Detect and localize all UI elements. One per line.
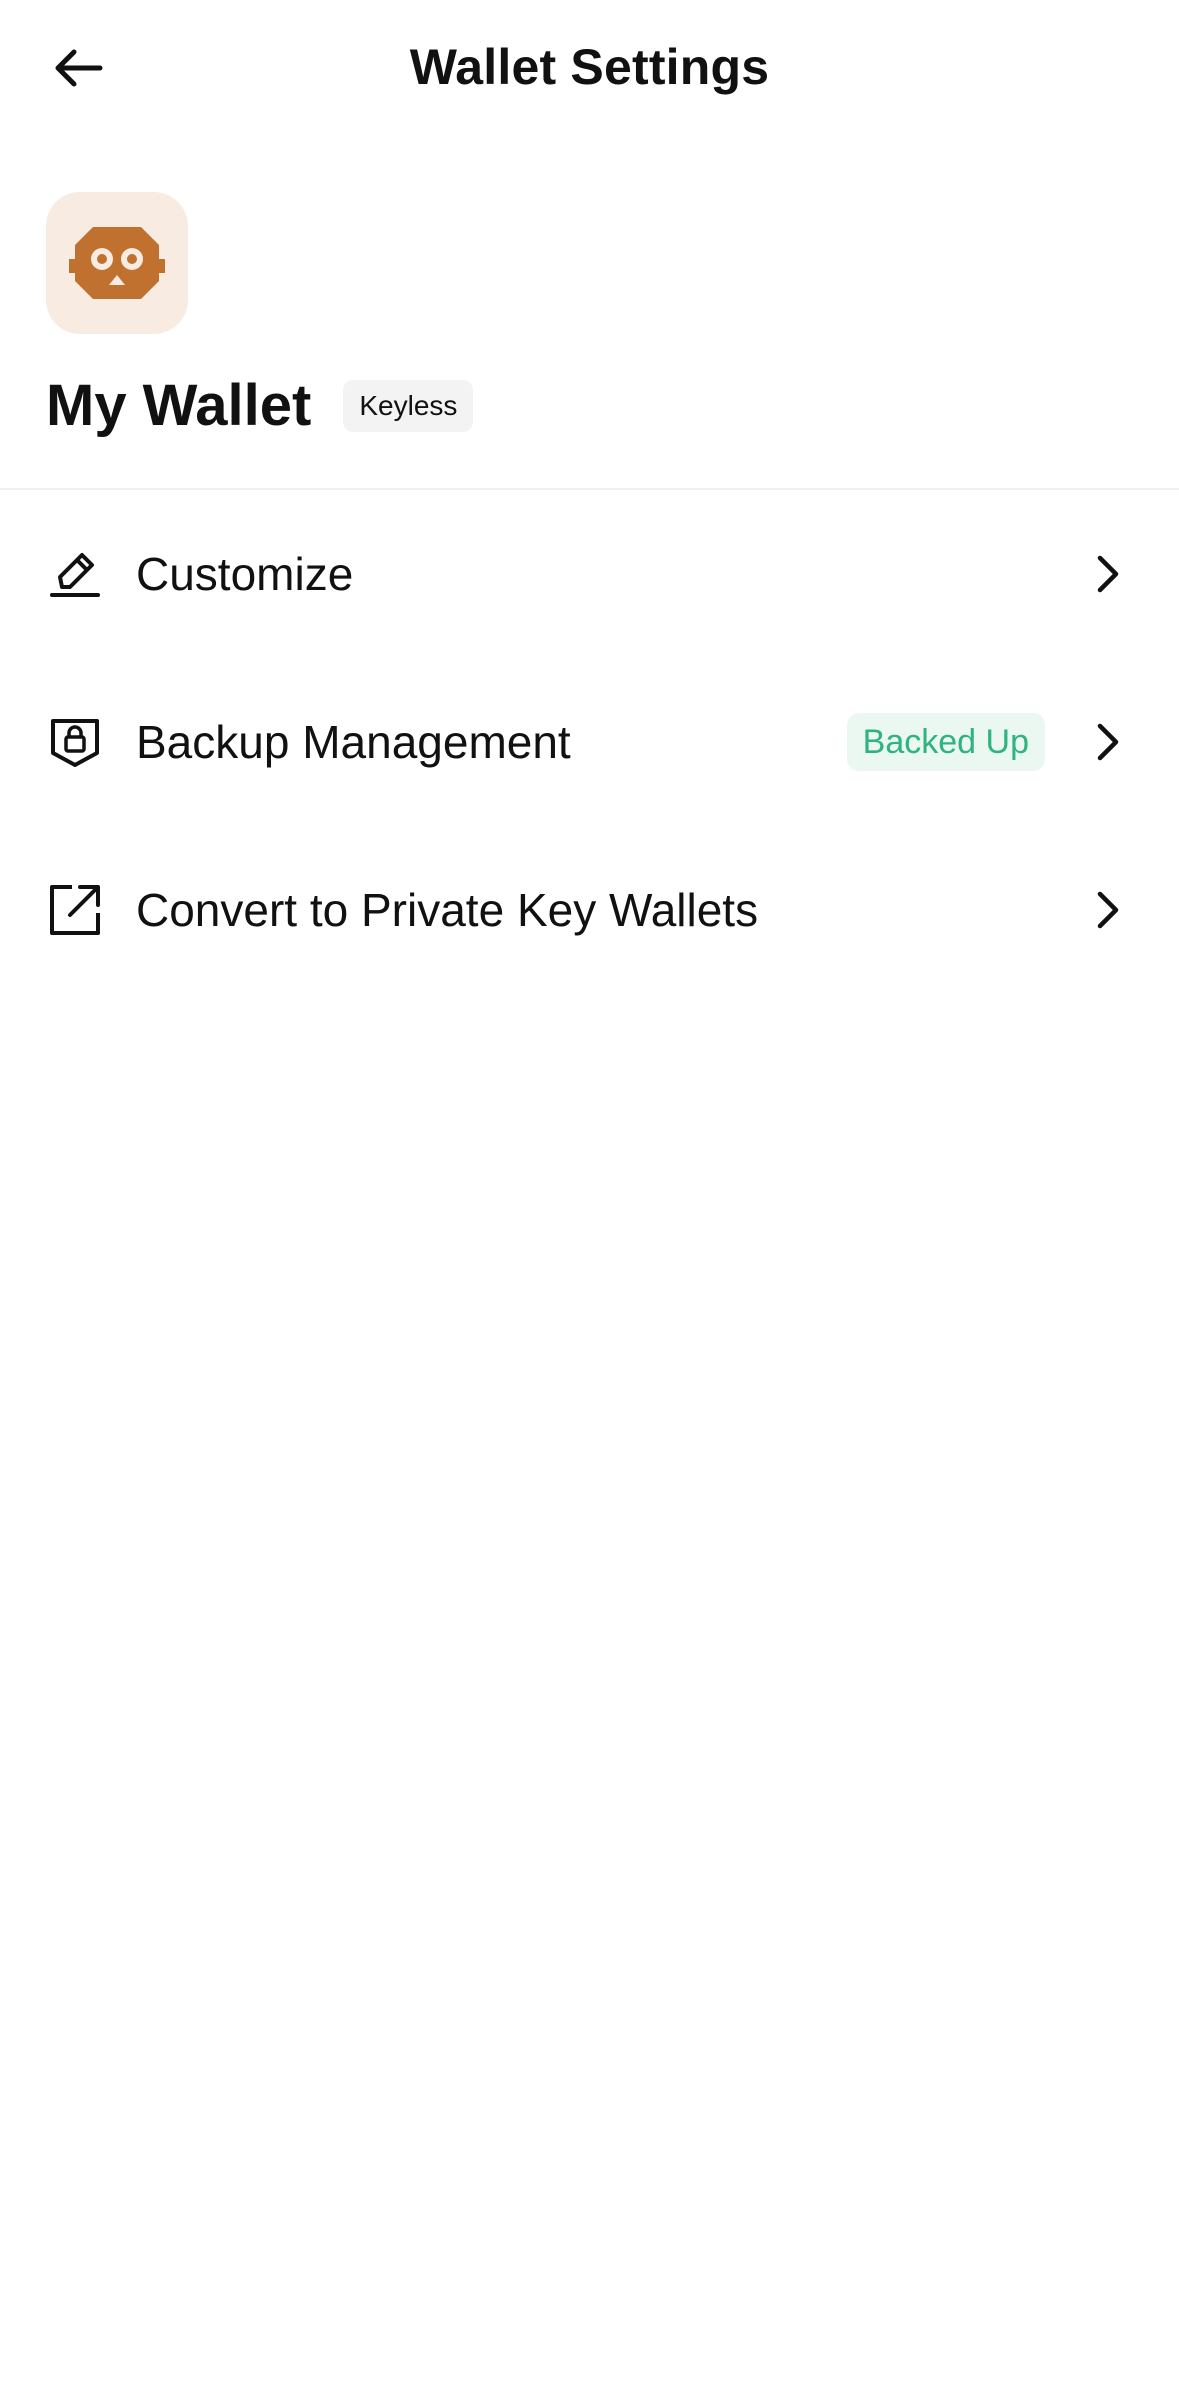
external-link-icon <box>48 883 102 937</box>
menu-item-backup-management[interactable]: Backup Management Backed Up <box>0 658 1179 826</box>
wallet-type-badge: Keyless <box>343 380 474 432</box>
chevron-right-icon <box>1087 890 1127 930</box>
pencil-icon <box>48 547 102 601</box>
backup-status-badge: Backed Up <box>846 713 1045 771</box>
menu-item-label: Convert to Private Key Wallets <box>136 884 759 936</box>
wallet-name: My Wallet <box>46 373 312 438</box>
monkey-face-icon <box>69 227 165 299</box>
menu-item-label: Backup Management <box>136 716 571 768</box>
chevron-right-icon <box>1087 722 1127 762</box>
wallet-profile: My Wallet Keyless <box>0 134 1179 490</box>
wallet-name-row: My Wallet Keyless <box>46 366 474 446</box>
wallet-avatar[interactable] <box>46 192 188 334</box>
menu-item-label: Customize <box>136 548 354 600</box>
settings-menu: Customize Backup Management Backed Up Co… <box>0 490 1179 994</box>
chevron-right-icon <box>1087 554 1127 594</box>
menu-item-convert-private-key[interactable]: Convert to Private Key Wallets <box>0 826 1179 994</box>
shield-lock-icon <box>48 715 102 769</box>
menu-item-customize[interactable]: Customize <box>0 490 1179 658</box>
top-bar: Wallet Settings <box>0 0 1179 134</box>
page-title: Wallet Settings <box>409 39 770 95</box>
